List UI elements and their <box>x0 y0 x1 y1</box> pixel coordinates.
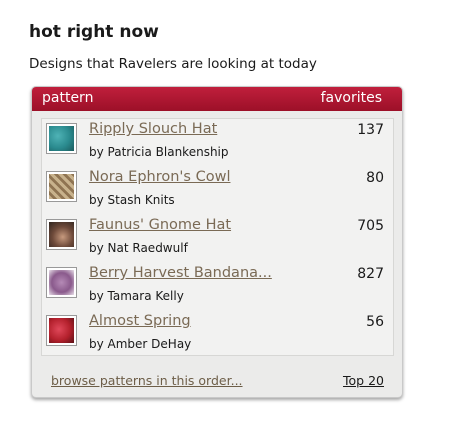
pattern-thumbnail[interactable] <box>46 123 77 154</box>
pattern-byline: by Stash Knits <box>89 193 175 207</box>
hot-patterns-widget: pattern favorites Ripply Slouch Hat by P… <box>31 86 403 398</box>
favorites-count: 827 <box>357 266 384 282</box>
favorites-count: 705 <box>357 218 384 234</box>
pattern-thumbnail[interactable] <box>46 315 77 346</box>
browse-patterns-link[interactable]: browse patterns in this order... <box>51 373 243 388</box>
header-pattern: pattern <box>42 90 94 106</box>
pattern-title-link[interactable]: Nora Ephron's Cowl <box>89 169 230 185</box>
pattern-row: Almost Spring by Amber DeHay 56 <box>42 311 393 359</box>
header-favorites: favorites <box>320 90 382 106</box>
pattern-list: Ripply Slouch Hat by Patricia Blankenshi… <box>41 118 394 356</box>
pattern-row: Berry Harvest Bandana... by Tamara Kelly… <box>42 263 393 311</box>
pattern-thumbnail[interactable] <box>46 267 77 298</box>
pattern-byline: by Patricia Blankenship <box>89 145 229 159</box>
top-20-link[interactable]: Top 20 <box>343 373 384 388</box>
table-header: pattern favorites <box>32 87 402 111</box>
pattern-row: Ripply Slouch Hat by Patricia Blankenshi… <box>42 119 393 167</box>
pattern-title-link[interactable]: Berry Harvest Bandana... <box>89 265 272 281</box>
favorites-count: 56 <box>366 314 384 330</box>
pattern-byline: by Amber DeHay <box>89 337 192 351</box>
pattern-title-link[interactable]: Faunus' Gnome Hat <box>89 217 231 233</box>
pattern-title-link[interactable]: Ripply Slouch Hat <box>89 121 217 137</box>
pattern-byline: by Nat Raedwulf <box>89 241 188 255</box>
pattern-thumbnail[interactable] <box>46 171 77 202</box>
favorites-count: 80 <box>366 170 384 186</box>
pattern-byline: by Tamara Kelly <box>89 289 184 303</box>
pattern-title-link[interactable]: Almost Spring <box>89 313 191 329</box>
pattern-thumbnail[interactable] <box>46 219 77 250</box>
favorites-count: 137 <box>357 122 384 138</box>
section-subtitle: Designs that Ravelers are looking at tod… <box>29 56 317 72</box>
section-title: hot right now <box>29 22 159 42</box>
pattern-row: Faunus' Gnome Hat by Nat Raedwulf 705 <box>42 215 393 263</box>
pattern-row: Nora Ephron's Cowl by Stash Knits 80 <box>42 167 393 215</box>
